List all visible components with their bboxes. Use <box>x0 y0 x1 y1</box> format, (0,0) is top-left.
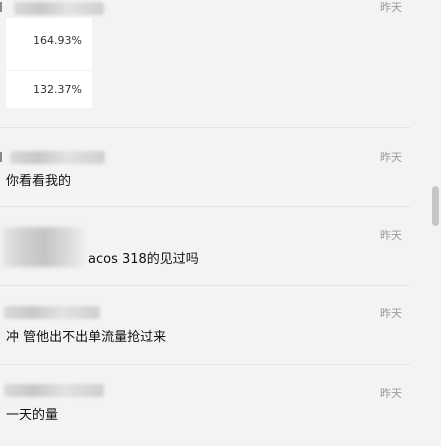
message-text: 一天的量 <box>6 408 59 423</box>
message-text: 你看看我的 <box>6 174 72 189</box>
scrollbar-thumb[interactable] <box>432 186 439 226</box>
blurred-sender-name <box>14 2 104 15</box>
chat-message[interactable]: 昨天 你看看我的 <box>0 128 430 206</box>
unread-marker <box>0 152 2 162</box>
divider <box>6 70 92 71</box>
chat-message[interactable]: 昨天 acos 318的见过吗 <box>0 207 430 284</box>
message-time: 昨天 <box>380 151 402 164</box>
message-text: 冲 管他出不出单流量抢过来 <box>6 330 167 345</box>
message-text: acos 318的见过吗 <box>88 252 199 267</box>
percentage-value: 132.37% <box>33 83 82 96</box>
chat-message-list: 昨天 164.93% 132.37% 昨天 你看看我的 昨天 acos 318的… <box>0 0 430 446</box>
scrollbar[interactable] <box>430 0 441 446</box>
blurred-content <box>2 227 84 267</box>
percentage-card: 164.93% 132.37% <box>6 18 92 108</box>
message-time: 昨天 <box>380 387 402 400</box>
chat-message[interactable]: 昨天 一天的量 <box>0 365 430 446</box>
unread-marker <box>0 2 2 12</box>
blurred-sender-name <box>4 384 104 397</box>
blurred-sender-name <box>4 306 100 319</box>
blurred-sender-name <box>10 151 105 164</box>
message-time: 昨天 <box>380 307 402 320</box>
chat-message[interactable]: 昨天 冲 管他出不出单流量抢过来 <box>0 286 430 364</box>
chat-message[interactable]: 昨天 164.93% 132.37% <box>0 0 430 128</box>
percentage-value: 164.93% <box>33 34 82 47</box>
message-time: 昨天 <box>380 1 402 14</box>
message-time: 昨天 <box>380 229 402 242</box>
